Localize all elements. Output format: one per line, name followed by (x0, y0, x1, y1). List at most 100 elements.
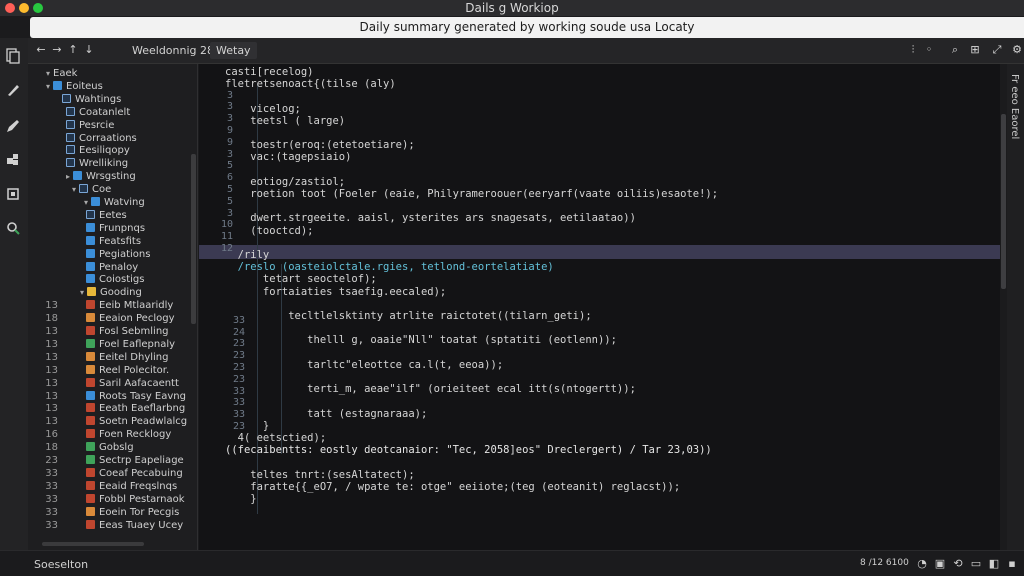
code-line[interactable]: thelll g, oaaie"Nll" toatat (sptatiti (e… (225, 334, 617, 346)
editor-scrollbar[interactable] (1000, 64, 1007, 550)
sidebar-item[interactable]: Corraations (28, 132, 188, 145)
sidebar-item[interactable]: Wrelliking (28, 157, 188, 170)
extensions-icon[interactable] (4, 151, 22, 169)
right-panel[interactable]: Fr eeo Eaorel (1007, 64, 1024, 550)
sidebar-item[interactable]: Eesiliqopy (28, 144, 188, 157)
search-icon[interactable] (4, 220, 22, 238)
pen-icon[interactable] (4, 118, 22, 136)
sidebar-item[interactable]: ▾ Eoiteus (28, 80, 188, 93)
sidebar-item[interactable]: 16 Foen Recklogy (28, 428, 188, 441)
sidebar-item[interactable]: Coiostigs (28, 273, 188, 286)
sidebar-horizontal-scrollbar[interactable] (42, 542, 144, 546)
forward-button[interactable]: → (50, 43, 64, 56)
code-line[interactable]: dwert.strgeeite. aaisl, ysterites ars sn… (225, 212, 636, 224)
sidebar-item[interactable]: 33 Eoein Tor Pecgis (28, 506, 188, 519)
back-button[interactable]: ← (34, 43, 48, 56)
code-line[interactable]: (tooctcd); (225, 225, 313, 237)
sidebar-item[interactable]: 18 Gobslg (28, 441, 188, 454)
sidebar-line-number: 13 (45, 377, 58, 389)
sidebar-item[interactable]: 13 Roots Tasy Eavng (28, 390, 188, 403)
sidebar-item[interactable]: 33 Eeaid Freqslnqs (28, 480, 188, 493)
code-line[interactable]: eotiog/zastiol; (225, 176, 345, 188)
code-line[interactable]: 4( eetsctied); (225, 432, 327, 444)
sidebar-item[interactable]: ▾ Gooding (28, 286, 188, 299)
brush-icon[interactable] (4, 82, 22, 100)
sidebar-item[interactable]: 13 Foel Eaflepnaly (28, 338, 188, 351)
code-line[interactable]: } (225, 493, 256, 505)
sidebar-item[interactable]: 13 Eeib Mtlaaridly (28, 299, 188, 312)
more-icon[interactable]: ◦ (922, 43, 936, 56)
sidebar-item[interactable]: 13 Eeitel Dhyling (28, 351, 188, 364)
code-line[interactable]: tetart seoctelof); (225, 273, 377, 285)
up-button[interactable]: ↑ (66, 43, 80, 56)
files-icon[interactable] (4, 48, 22, 66)
tab-wetay[interactable]: Wetay (210, 42, 257, 59)
code-line[interactable]: /rily (225, 249, 270, 261)
code-line[interactable]: fletretsenoact{(tilse (aly) (225, 78, 396, 90)
code-line[interactable]: tecltlelsktinty atrlite raictotet((tilar… (225, 310, 591, 322)
expand-icon[interactable]: ⤢ (990, 43, 1004, 57)
chevron-icon[interactable]: ▾ (46, 82, 50, 91)
code-line[interactable]: casti[recelog) (225, 66, 314, 78)
sidebar-item[interactable]: Frunpnqs (28, 222, 188, 235)
sidebar-item[interactable]: 23 Sectrp Eapeliage (28, 454, 188, 467)
code-line[interactable]: ((fecaibentts: eostly deotcanaior: "Tec,… (225, 444, 712, 456)
code-line[interactable]: } (225, 420, 269, 432)
sidebar-item[interactable]: Pegiations (28, 248, 188, 261)
sidebar-item[interactable]: Featsfits (28, 235, 188, 248)
sidebar-item[interactable]: 13 Reel Polecitor. (28, 364, 188, 377)
sidebar-item[interactable]: 13 Saril Aafacaentt (28, 377, 188, 390)
sync-icon[interactable]: ⟲ (952, 557, 964, 570)
sidebar-item[interactable]: Coatanlelt (28, 106, 188, 119)
tab-weeldonnig[interactable]: Weeldonnig 28 (126, 42, 220, 59)
bell-icon[interactable]: ◔ (916, 557, 928, 570)
code-line[interactable]: teetsl ( large) (225, 115, 345, 127)
terminal-icon[interactable]: ▣ (934, 557, 946, 570)
status-position[interactable]: 8 /12 6100 (860, 558, 909, 568)
close-icon[interactable]: ▪ (1006, 557, 1018, 570)
panel-icon[interactable]: ◧ (988, 557, 1000, 570)
sidebar-item[interactable]: 13 Eeath Eaeflarbng (28, 402, 188, 415)
editor-scroll-thumb[interactable] (1001, 114, 1006, 289)
split-view-icon[interactable]: ⫶ (906, 43, 920, 57)
sidebar-item[interactable]: Penaloy (28, 261, 188, 274)
sidebar-item[interactable]: Eetes (28, 209, 188, 222)
sidebar-scrollbar[interactable] (191, 154, 196, 324)
sidebar-item[interactable]: Pesrcie (28, 119, 188, 132)
code-line[interactable]: vac:(tagepsiaio) (225, 151, 351, 163)
sidebar-item[interactable]: 33 Coeaf Pecabuing (28, 467, 188, 480)
code-line[interactable]: /reslo (oasteiolctale.rgies, tetlond-eor… (225, 261, 554, 273)
sidebar-item[interactable]: ▾ Watving (28, 196, 188, 209)
sidebar-item[interactable]: ▾ Coe (28, 183, 188, 196)
sidebar-line-number: 13 (45, 338, 58, 350)
code-line[interactable]: teltes tnrt:(sesAltatect); (225, 469, 414, 481)
sidebar-item[interactable]: Wahtings (28, 93, 188, 106)
down-button[interactable]: ↓ (82, 43, 96, 56)
code-line[interactable]: roetion toot (Foeler (eaie, Philyrameroo… (225, 188, 718, 200)
search-icon[interactable]: ⌕ (948, 43, 962, 57)
code-line[interactable]: tarltc"eleottce ca.l(t, eeoa)); (225, 359, 503, 371)
chevron-icon[interactable]: ▾ (46, 69, 50, 78)
code-line[interactable]: fortaiaties tsaefig.eecaled); (225, 286, 446, 298)
layout-icon[interactable]: ⊞ (968, 43, 982, 56)
sidebar-item[interactable]: 13 Soetn Peadwlalcg (28, 415, 188, 428)
settings-icon[interactable]: ⚙ (1010, 43, 1024, 56)
code-line[interactable]: vicelog; (225, 103, 301, 115)
code-line[interactable]: faratte{{_eO7, / wpate te: otge" eeiiote… (225, 481, 680, 493)
layout-icon[interactable]: ▭ (970, 557, 982, 570)
sidebar-item[interactable]: 33 Eeas Tuaey Ucey (28, 519, 188, 532)
sidebar-item[interactable]: 18 Eeaion Peclogy (28, 312, 188, 325)
sidebar-item[interactable]: 13 Fosl Sebmling (28, 325, 188, 338)
chevron-icon[interactable]: ▾ (84, 198, 88, 207)
sidebar-item[interactable]: 33 Fobbl Pestarnaok (28, 493, 188, 506)
code-line[interactable]: terti_m, aeae"ilf" (orieiteet ecal itt(s… (225, 383, 636, 395)
sidebar-item[interactable]: ▾ Eaek (28, 67, 188, 80)
layers-icon[interactable] (4, 186, 22, 204)
code-line[interactable]: tatt (estagnaraaa); (225, 408, 427, 420)
sidebar-item[interactable]: ▸ Wrsgsting (28, 170, 188, 183)
code-line[interactable]: toestr(eroq:(etetoetiare); (225, 139, 414, 151)
chevron-icon[interactable]: ▾ (72, 185, 76, 194)
chevron-icon[interactable]: ▾ (80, 288, 84, 297)
code-editor[interactable]: 3 3 3 9 9 3 5 6 5 5 3 10 11 12 33 24 23 23 23 23 33 33 33 23 ca… (199, 64, 1003, 550)
chevron-icon[interactable]: ▸ (66, 172, 70, 181)
